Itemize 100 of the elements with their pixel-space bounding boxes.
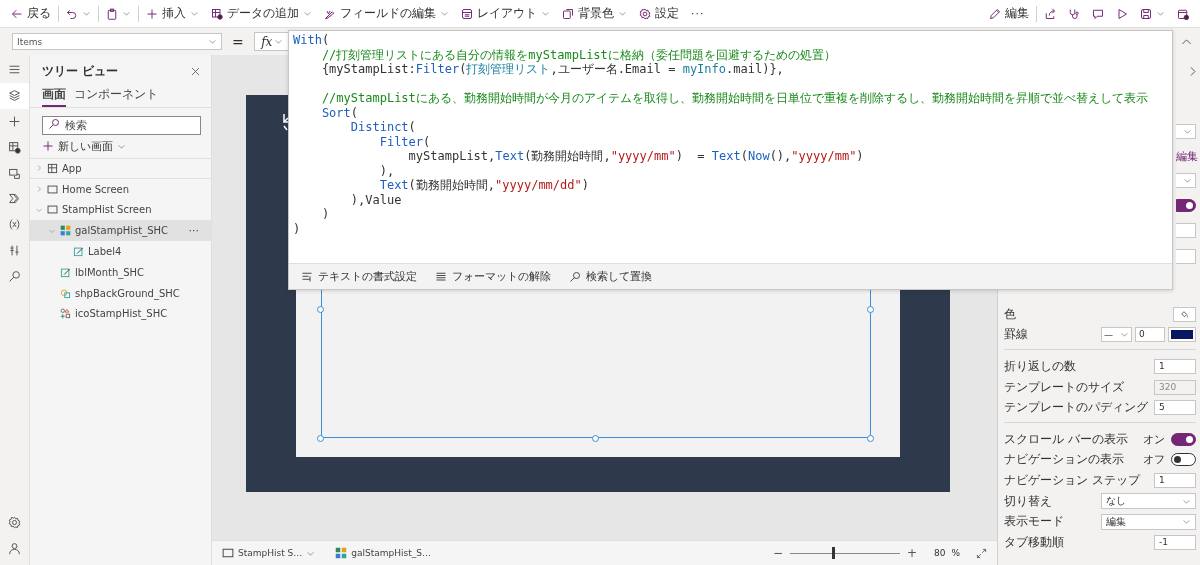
format-icon <box>301 270 313 283</box>
tree-item[interactable]: Label4 <box>30 241 211 262</box>
tools-icon <box>8 243 21 257</box>
zoom-in-button[interactable]: + <box>906 546 918 560</box>
background-button[interactable]: 背景色 <box>557 2 632 25</box>
property-dropdown[interactable]: Items <box>12 33 222 50</box>
tree-item[interactable]: StampHist Screen <box>30 199 211 221</box>
save-icon <box>1140 7 1152 20</box>
expand-icon[interactable] <box>976 547 987 559</box>
gallery-icon <box>60 225 71 237</box>
caret-icon <box>303 9 312 18</box>
input-field[interactable]: 5 <box>1154 400 1196 416</box>
caret-icon <box>1120 330 1129 340</box>
new-screen-button[interactable]: 新しい画面 <box>42 137 211 155</box>
border-style-dropdown[interactable]: — <box>1101 327 1132 343</box>
back-button[interactable]: 戻る <box>6 2 56 25</box>
zoom-out-button[interactable]: − <box>772 546 784 560</box>
zoom-unit: % <box>951 548 960 558</box>
tree-item[interactable]: App <box>30 158 211 179</box>
resize-handle[interactable] <box>867 435 874 442</box>
breadcrumb-item[interactable]: StampHist S… <box>222 547 316 559</box>
plus-icon <box>146 7 158 20</box>
plus-icon <box>42 140 54 152</box>
paint-bucket-icon <box>1180 309 1189 319</box>
more-button[interactable]: ··· <box>686 2 710 25</box>
color-picker-button[interactable] <box>1173 306 1196 322</box>
caret-icon <box>541 9 550 18</box>
label-icon <box>73 246 84 258</box>
slider-thumb[interactable] <box>831 547 835 559</box>
more-icon[interactable]: ··· <box>188 224 199 238</box>
label-icon <box>60 266 71 278</box>
function-button[interactable]: fx <box>253 32 291 51</box>
clear-button[interactable]: フォーマットの解除 <box>435 269 551 284</box>
tree-item[interactable]: icoStampHist_SHC <box>30 303 211 325</box>
property-label: ナビゲーションの表示 <box>1004 451 1124 469</box>
clipboard-icon <box>106 7 118 20</box>
gallery-icon <box>335 547 348 559</box>
property-label: 罫線 <box>1004 326 1028 344</box>
border-width-field[interactable]: 0 <box>1135 327 1165 343</box>
tree-item[interactable]: galStampHist_SHC ··· <box>30 220 211 242</box>
toggle-switch[interactable] <box>1171 432 1196 446</box>
layout-button[interactable]: レイアウト <box>456 2 555 25</box>
edit-link[interactable]: 編集 <box>1176 150 1198 162</box>
breadcrumb-item[interactable]: galStampHist_S… <box>335 547 431 559</box>
add-data-button[interactable]: データの追加 <box>206 2 317 25</box>
toggle-switch[interactable] <box>1171 453 1196 467</box>
share-icon <box>1044 7 1056 20</box>
format-button[interactable]: テキストの書式設定 <box>301 269 417 284</box>
tree-item[interactable]: Home Screen <box>30 178 211 200</box>
code-line: Sort( <box>320 105 360 120</box>
resize-handle[interactable] <box>317 306 324 313</box>
code-line: {myStampList:Filter(打刻管理リスト,ユーザー名.Email = myInfo.mail)}, <box>320 62 785 77</box>
caret-icon <box>440 9 449 18</box>
property-label: タブ移動順 <box>1004 533 1064 551</box>
edit-button[interactable]: 編集 <box>984 2 1034 25</box>
table-icon <box>8 140 21 154</box>
insert-button[interactable]: 挿入 <box>141 2 204 25</box>
code-line: ) <box>293 221 302 236</box>
resize-handle[interactable] <box>592 435 599 442</box>
code-line: Distinct( <box>349 120 417 135</box>
input-field[interactable] <box>1176 249 1196 264</box>
property-label: テンプレートのパディング <box>1004 399 1148 417</box>
resize-handle[interactable] <box>317 435 324 442</box>
input-field[interactable]: -1 <box>1154 534 1196 550</box>
input-field[interactable]: 1 <box>1154 472 1196 488</box>
search-field[interactable]: 検索 <box>42 116 201 135</box>
table-icon <box>211 7 223 20</box>
input-field[interactable]: 1 <box>1154 359 1196 374</box>
plus-icon <box>8 115 21 128</box>
toggle-switch[interactable] <box>1176 199 1196 212</box>
screen-icon <box>47 204 58 216</box>
flow-icon <box>8 192 21 206</box>
find-button[interactable]: 検索して置換 <box>569 269 652 284</box>
item-label: Home Screen <box>62 183 130 195</box>
settings-icon <box>8 515 21 529</box>
caret-icon <box>618 9 627 18</box>
item-label: Label4 <box>88 246 122 258</box>
person-icon <box>8 541 21 555</box>
input-field[interactable] <box>1176 223 1196 238</box>
close-icon[interactable] <box>190 66 201 77</box>
caret-icon <box>208 37 217 46</box>
layout-icon <box>461 7 473 20</box>
layers-icon <box>8 89 21 103</box>
tree-item[interactable]: lblMonth_SHC <box>30 262 211 283</box>
tab[interactable]: 画面 <box>42 86 66 107</box>
dropdown[interactable]: なし <box>1101 493 1196 510</box>
tree-item[interactable]: shpBackGround_SHC <box>30 282 211 304</box>
resize-handle[interactable] <box>867 306 874 313</box>
layers-button[interactable] <box>0 82 29 109</box>
toggle-state: オフ <box>1143 452 1165 468</box>
caret-icon <box>274 37 284 46</box>
edit-fields-button[interactable]: フィールドの編集 <box>319 2 454 25</box>
tab[interactable]: コンポーネント <box>74 86 158 107</box>
arrow-left-icon <box>11 7 23 20</box>
undo-icon <box>66 7 78 20</box>
settings-button[interactable]: 設定 <box>634 2 684 25</box>
property-label: 切り替え <box>1004 492 1052 510</box>
play-icon <box>1116 7 1128 20</box>
dropdown[interactable]: 編集 <box>1101 513 1196 530</box>
search-icon <box>8 269 21 283</box>
